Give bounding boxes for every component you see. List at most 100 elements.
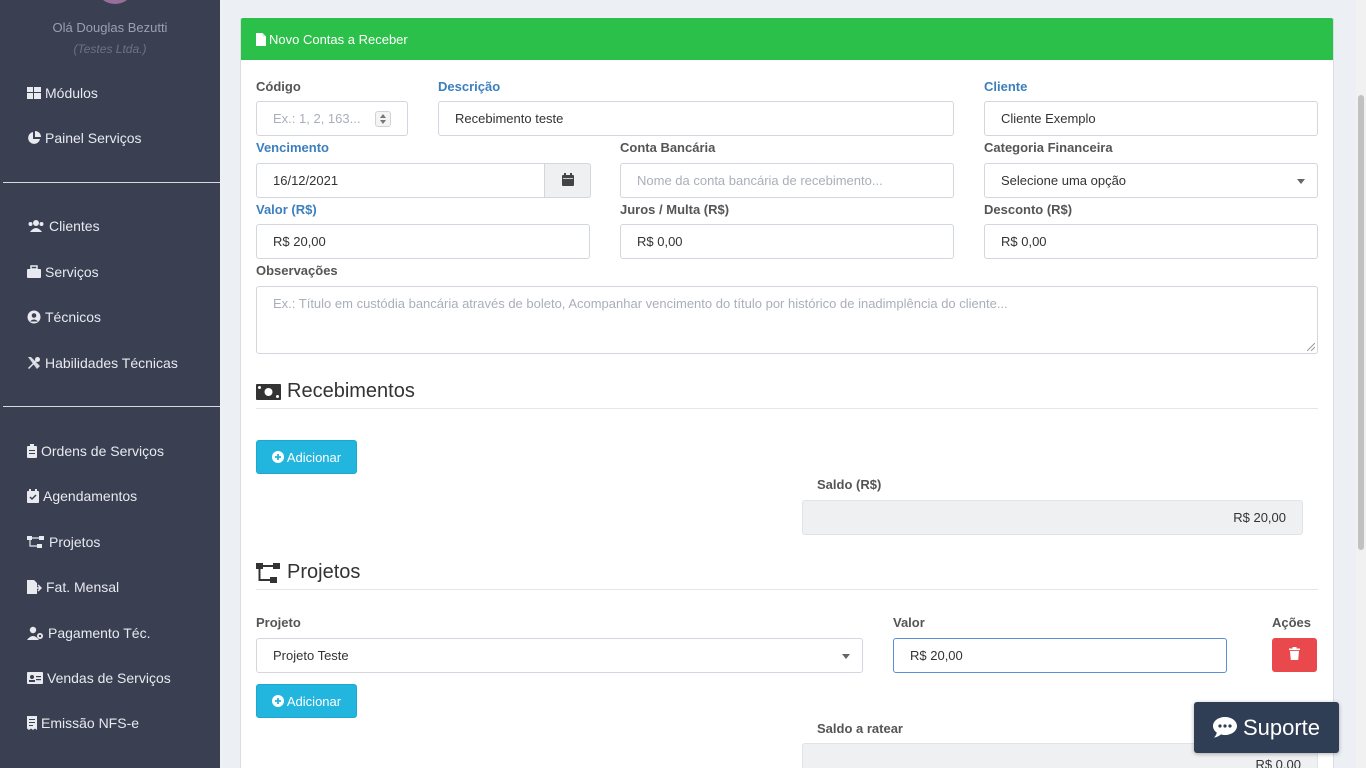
juros-input[interactable]: R$ 0,00 [620, 224, 954, 259]
pie-chart-icon [27, 131, 41, 145]
sidebar-item-label: Emissão NFS-e [41, 715, 140, 731]
sidebar-item-servicos[interactable]: Serviços [27, 260, 99, 284]
vencimento-value: 16/12/2021 [273, 173, 339, 188]
avatar[interactable] [95, 0, 135, 4]
sidebar-item-projetos[interactable]: Projetos [27, 530, 100, 554]
juros-value: R$ 0,00 [637, 234, 683, 249]
sidebar-item-clientes[interactable]: Clientes [27, 214, 100, 238]
projetos-heading: Projetos [256, 561, 360, 584]
sidebar-divider [3, 406, 220, 407]
sidebar-item-fat-mensal[interactable]: Fat. Mensal [27, 575, 119, 599]
plus-circle-icon [271, 451, 284, 463]
page-scrollbar[interactable] [1356, 0, 1366, 768]
sidebar-item-nfse[interactable]: Emissão NFS-e [27, 711, 139, 735]
add-projeto-button[interactable]: Adicionar [256, 684, 357, 718]
valor-input[interactable]: R$ 20,00 [256, 224, 590, 259]
sidebar-item-vendas[interactable]: Vendas de Serviços [27, 666, 171, 690]
sidebar-item-label: Técnicos [45, 309, 102, 325]
categoria-select[interactable]: Selecione uma opção [984, 163, 1318, 198]
sidebar-item-modulos[interactable]: Módulos [27, 81, 98, 105]
calendar-check-icon [27, 489, 39, 503]
sidebar-item-label: Ordens de Serviços [41, 443, 164, 459]
calendar-button[interactable] [545, 163, 591, 198]
projeto-col-label: Projeto [256, 615, 301, 630]
add-label: Adicionar [286, 449, 342, 465]
sidebar-item-agendamentos[interactable]: Agendamentos [27, 484, 137, 508]
comment-dots-icon [1212, 717, 1237, 738]
tools-icon [27, 356, 41, 370]
add-label: Adicionar [286, 693, 342, 709]
user-cog-icon [27, 626, 44, 640]
chevron-down-icon [1297, 179, 1305, 184]
sidebar-item-label: Fat. Mensal [46, 579, 120, 595]
sidebar-item-label: Projetos [49, 534, 101, 550]
sidebar-item-label: Clientes [49, 218, 100, 234]
projeto-select[interactable]: Projeto Teste [256, 638, 863, 673]
panel-title: Novo Contas a Receber [269, 31, 408, 47]
company-name: (Testes Ltda.) [73, 42, 147, 56]
id-card-icon [27, 671, 43, 685]
resize-handle-icon[interactable] [1307, 343, 1315, 351]
projeto-valor-value: R$ 20,00 [910, 648, 963, 663]
saldo-value: R$ 20,00 [1233, 510, 1286, 525]
plus-circle-icon [271, 695, 284, 707]
clipboard-icon [27, 444, 37, 458]
projeto-valor-input[interactable]: R$ 20,00 [893, 638, 1227, 673]
desconto-label: Desconto (R$) [984, 202, 1073, 217]
juros-label: Juros / Multa (R$) [620, 202, 730, 217]
sitemap-icon [256, 562, 281, 584]
codigo-label: Código [256, 79, 301, 94]
saldo-label: Saldo (R$) [817, 477, 882, 492]
trash-icon [1289, 647, 1300, 663]
scrollbar-thumb[interactable] [1358, 95, 1364, 550]
saldo-field: R$ 20,00 [802, 500, 1303, 535]
desconto-value: R$ 0,00 [1001, 234, 1047, 249]
conta-bancaria-placeholder: Nome da conta bancária de recebimento... [637, 173, 883, 188]
delete-projeto-button[interactable] [1272, 638, 1317, 672]
file-icon [256, 32, 266, 46]
add-recebimento-button[interactable]: Adicionar [256, 440, 357, 474]
sidebar-item-habilidades[interactable]: Habilidades Técnicas [27, 351, 178, 375]
conta-bancaria-input[interactable]: Nome da conta bancária de recebimento... [620, 163, 954, 198]
cliente-value: Cliente Exemplo [1001, 111, 1096, 126]
conta-bancaria-label: Conta Bancária [620, 140, 716, 155]
saldo-ratear-value: R$ 0,00 [1255, 757, 1301, 768]
observacoes-textarea[interactable]: Ex.: Título em custódia bancária através… [256, 286, 1318, 354]
file-export-icon [27, 580, 42, 594]
saldo-ratear-label: Saldo a ratear [817, 721, 903, 736]
sidebar-item-tecnicos[interactable]: Técnicos [27, 305, 101, 329]
codigo-input[interactable]: Ex.: 1, 2, 163... [256, 101, 408, 136]
recebimentos-title: Recebimentos [287, 380, 415, 402]
sidebar-item-label: Agendamentos [43, 488, 138, 504]
sidebar-item-label: Serviços [45, 264, 99, 280]
sitemap-icon [27, 535, 45, 549]
descricao-input[interactable]: Recebimento teste [438, 101, 954, 136]
valor-col-label: Valor [893, 615, 925, 630]
money-bill-icon [256, 383, 281, 400]
vencimento-input[interactable]: 16/12/2021 [256, 163, 545, 198]
sidebar-item-label: Pagamento Téc. [48, 625, 151, 641]
cliente-input[interactable]: Cliente Exemplo [984, 101, 1318, 136]
sidebar-item-pagamento-tec[interactable]: Pagamento Téc. [27, 621, 150, 645]
projetos-title: Projetos [287, 561, 361, 583]
descricao-label: Descrição [438, 79, 501, 94]
section-divider [256, 589, 1318, 590]
recebimentos-heading: Recebimentos [256, 380, 415, 403]
calendar-icon [561, 172, 574, 189]
sidebar-divider [3, 182, 220, 183]
user-greeting: Olá Douglas Bezutti [52, 20, 168, 35]
sidebar-item-label: Painel Serviços [45, 130, 142, 146]
number-spinner[interactable] [375, 111, 391, 127]
descricao-value: Recebimento teste [455, 111, 564, 126]
sidebar-item-ordens[interactable]: Ordens de Serviços [27, 439, 164, 463]
support-button[interactable]: Suporte [1194, 702, 1339, 753]
receipt-icon [27, 716, 37, 730]
sidebar-item-painel-servicos[interactable]: Painel Serviços [27, 126, 142, 150]
desconto-input[interactable]: R$ 0,00 [984, 224, 1318, 259]
sidebar: Olá Douglas Bezutti (Testes Ltda.) Módul… [0, 0, 220, 768]
valor-value: R$ 20,00 [273, 234, 326, 249]
support-label: Suporte [1242, 714, 1321, 740]
users-icon [27, 219, 45, 233]
user-circle-icon [27, 310, 41, 324]
vencimento-label: Vencimento [256, 140, 329, 155]
